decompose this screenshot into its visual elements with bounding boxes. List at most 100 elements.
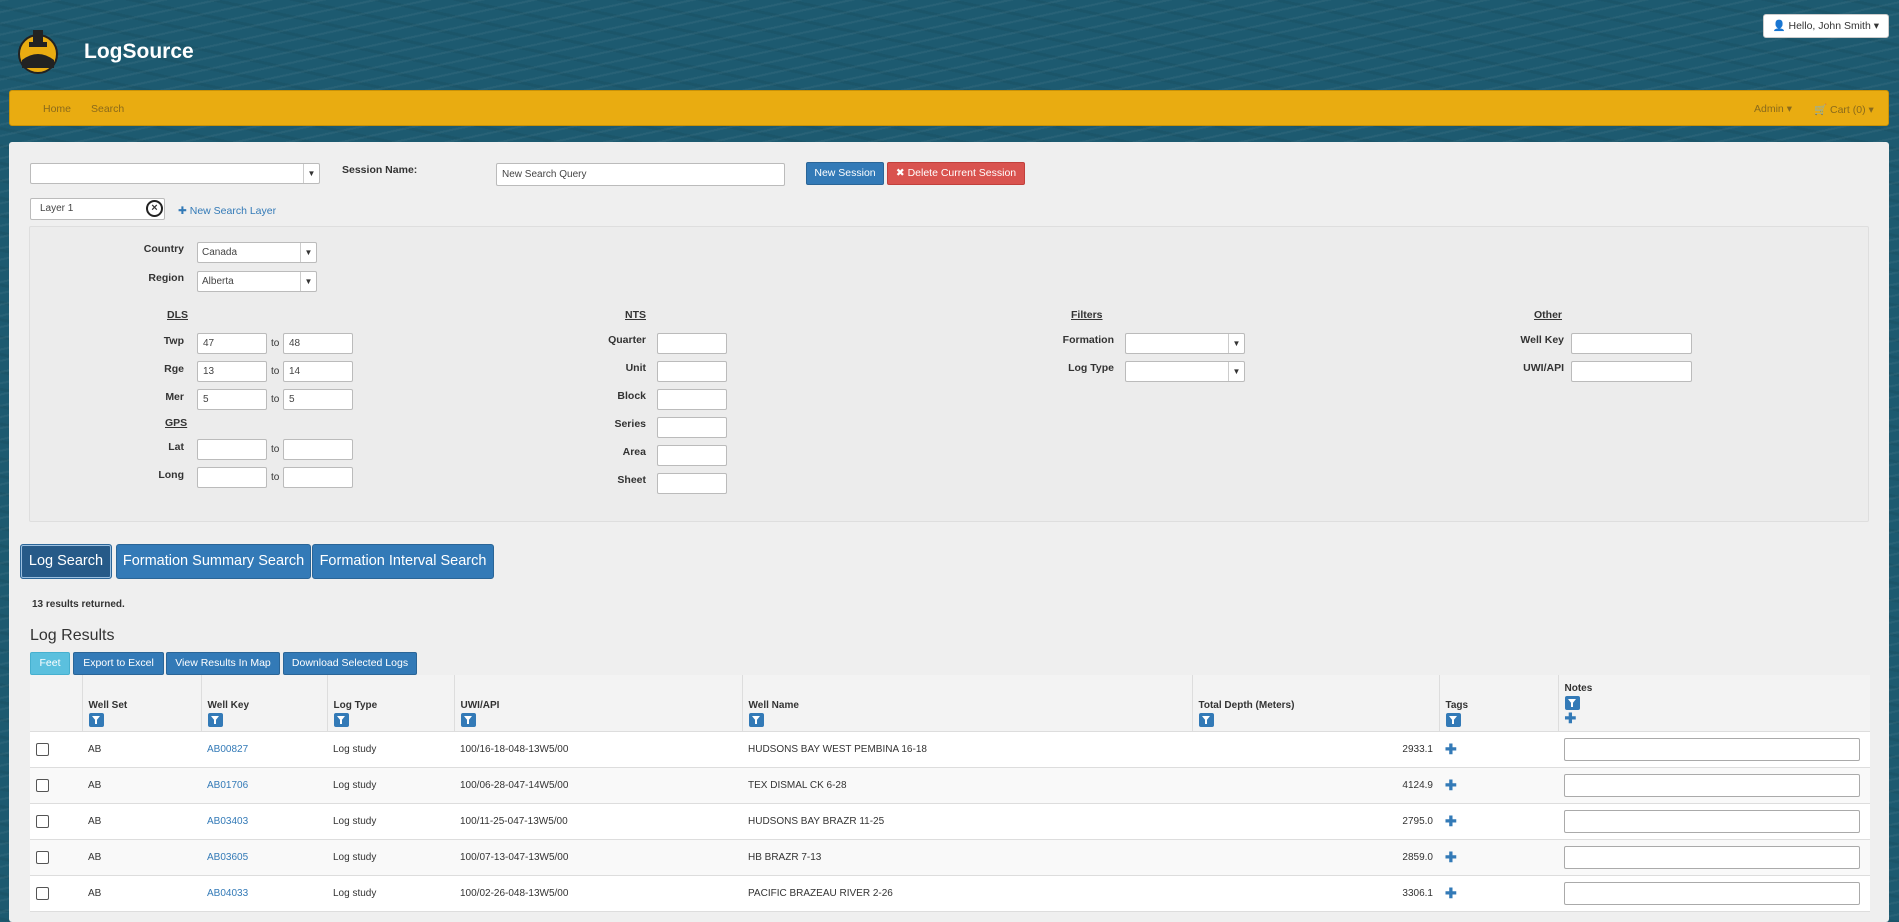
plus-icon[interactable]: ✚: [1565, 710, 1577, 726]
session-select[interactable]: ▼: [30, 163, 320, 184]
log-type-select[interactable]: ▼: [1125, 361, 1245, 382]
results-count: 13 results returned.: [32, 599, 125, 610]
new-session-button[interactable]: New Session: [806, 162, 884, 185]
block-input[interactable]: [657, 389, 727, 410]
add-tag-icon[interactable]: ✚: [1445, 813, 1457, 829]
cell-well-key[interactable]: AB04033: [201, 875, 327, 912]
notes-input[interactable]: [1564, 881, 1860, 905]
other-section-title: Other: [1534, 309, 1563, 321]
cell-tags: ✚: [1439, 803, 1558, 840]
logo-icon[interactable]: [17, 28, 59, 74]
formation-select[interactable]: ▼: [1125, 333, 1245, 354]
sheet-input[interactable]: [657, 473, 727, 494]
cell-well-key[interactable]: AB03403: [201, 803, 327, 840]
nav-cart[interactable]: 🛒 Cart (0) ▾: [1814, 103, 1874, 116]
filter-icon[interactable]: [748, 712, 764, 727]
col-well-name: Well Name: [742, 675, 1193, 732]
cell-well-name: HUDSONS BAY BRAZR 11-25: [742, 803, 1192, 840]
filter-icon[interactable]: [88, 712, 104, 727]
download-selected-logs-button[interactable]: Download Selected Logs: [283, 652, 417, 675]
notes-input[interactable]: [1564, 773, 1860, 797]
long-from-input[interactable]: [197, 467, 267, 488]
series-input[interactable]: [657, 417, 727, 438]
cell-log-type: Log study: [327, 767, 454, 804]
filter-icon[interactable]: [1564, 695, 1580, 710]
lat-to-input[interactable]: [283, 439, 353, 460]
lat-from-input[interactable]: [197, 439, 267, 460]
feet-toggle-button[interactable]: Feet: [30, 652, 70, 675]
layer-tab[interactable]: Layer 1: [30, 198, 165, 220]
cell-well-key[interactable]: AB01706: [201, 767, 327, 804]
add-tag-icon[interactable]: ✚: [1445, 849, 1457, 865]
nav-home[interactable]: Home: [43, 103, 71, 115]
cell-well-key[interactable]: AB00827: [201, 731, 327, 768]
tab-formation-interval-search[interactable]: Formation Interval Search: [312, 544, 494, 579]
close-icon: ✖: [895, 167, 905, 179]
user-menu-button[interactable]: 👤 Hello, John Smith ▾: [1762, 14, 1889, 38]
quarter-input[interactable]: [657, 333, 727, 354]
nav-admin[interactable]: Admin ▾: [1754, 103, 1792, 115]
notes-input[interactable]: [1564, 809, 1860, 833]
row-checkbox[interactable]: [36, 814, 49, 828]
row-checkbox[interactable]: [36, 886, 49, 900]
filter-icon[interactable]: [1198, 712, 1214, 727]
delete-session-button[interactable]: ✖ Delete Current Session: [887, 162, 1025, 185]
unit-input[interactable]: [657, 361, 727, 382]
filter-icon[interactable]: [460, 712, 476, 727]
cell-notes: [1558, 731, 1870, 768]
export-excel-button[interactable]: Export to Excel: [73, 652, 164, 675]
cell-well-set: AB: [82, 875, 201, 912]
region-select[interactable]: Alberta ▼: [197, 271, 317, 292]
area-input[interactable]: [657, 445, 727, 466]
rge-from-input[interactable]: 13: [197, 361, 267, 382]
mer-from-input[interactable]: 5: [197, 389, 267, 410]
filter-icon[interactable]: [1445, 712, 1461, 727]
remove-layer-icon[interactable]: ×: [146, 200, 163, 217]
cell-well-key[interactable]: AB03605: [201, 839, 327, 876]
country-select[interactable]: Canada ▼: [197, 242, 317, 263]
view-results-map-button[interactable]: View Results In Map: [166, 652, 280, 675]
gps-section-title: GPS: [165, 417, 188, 429]
well-key-label: Well Key: [1520, 334, 1564, 346]
cell-well-name: HUDSONS BAY WEST PEMBINA 16-18: [742, 731, 1192, 768]
twp-from-input[interactable]: 47: [197, 333, 267, 354]
long-to-input[interactable]: [283, 467, 353, 488]
cell-uwi-api: 100/06-28-047-14W5/00: [454, 767, 742, 804]
table-row: AB AB03403 Log study 100/11-25-047-13W5/00 H…: [30, 803, 1870, 840]
cell-well-set: AB: [82, 839, 201, 876]
row-checkbox[interactable]: [36, 778, 49, 792]
plus-icon: ✚: [178, 205, 187, 217]
new-search-layer-link[interactable]: ✚ New Search Layer: [178, 205, 276, 217]
notes-input[interactable]: [1564, 845, 1860, 869]
row-checkbox[interactable]: [36, 742, 49, 756]
twp-to-input[interactable]: 48: [283, 333, 353, 354]
well-key-link[interactable]: AB03403: [207, 816, 248, 827]
nav-search[interactable]: Search: [91, 103, 124, 115]
well-key-link[interactable]: AB04033: [207, 888, 248, 899]
session-name-input[interactable]: New Search Query: [496, 163, 785, 186]
notes-input[interactable]: [1564, 737, 1860, 761]
well-key-link[interactable]: AB01706: [207, 780, 248, 791]
add-tag-icon[interactable]: ✚: [1445, 741, 1457, 757]
row-checkbox[interactable]: [36, 850, 49, 864]
cell-tags: ✚: [1439, 767, 1558, 804]
add-tag-icon[interactable]: ✚: [1445, 885, 1457, 901]
tab-formation-summary-search[interactable]: Formation Summary Search: [116, 544, 311, 579]
caret-down-icon: ▾: [1868, 104, 1874, 116]
well-key-link[interactable]: AB00827: [207, 744, 248, 755]
mer-to-input[interactable]: 5: [283, 389, 353, 410]
col-log-type: Log Type: [327, 675, 455, 732]
filter-icon[interactable]: [207, 712, 223, 727]
table-row: AB AB03605 Log study 100/07-13-047-13W5/00 H…: [30, 839, 1870, 876]
cell-notes: [1558, 803, 1870, 840]
add-tag-icon[interactable]: ✚: [1445, 777, 1457, 793]
well-key-input[interactable]: [1571, 333, 1692, 354]
rge-to-input[interactable]: 14: [283, 361, 353, 382]
well-key-link[interactable]: AB03605: [207, 852, 248, 863]
uwi-api-input[interactable]: [1571, 361, 1692, 382]
search-criteria-area: Country Canada ▼ Region Alberta ▼ DLS Twp …: [29, 226, 1869, 522]
filter-icon[interactable]: [333, 712, 349, 727]
tab-log-search[interactable]: Log Search: [20, 544, 112, 579]
user-icon: 👤: [1772, 20, 1786, 32]
filters-section-title: Filters: [1071, 309, 1103, 321]
